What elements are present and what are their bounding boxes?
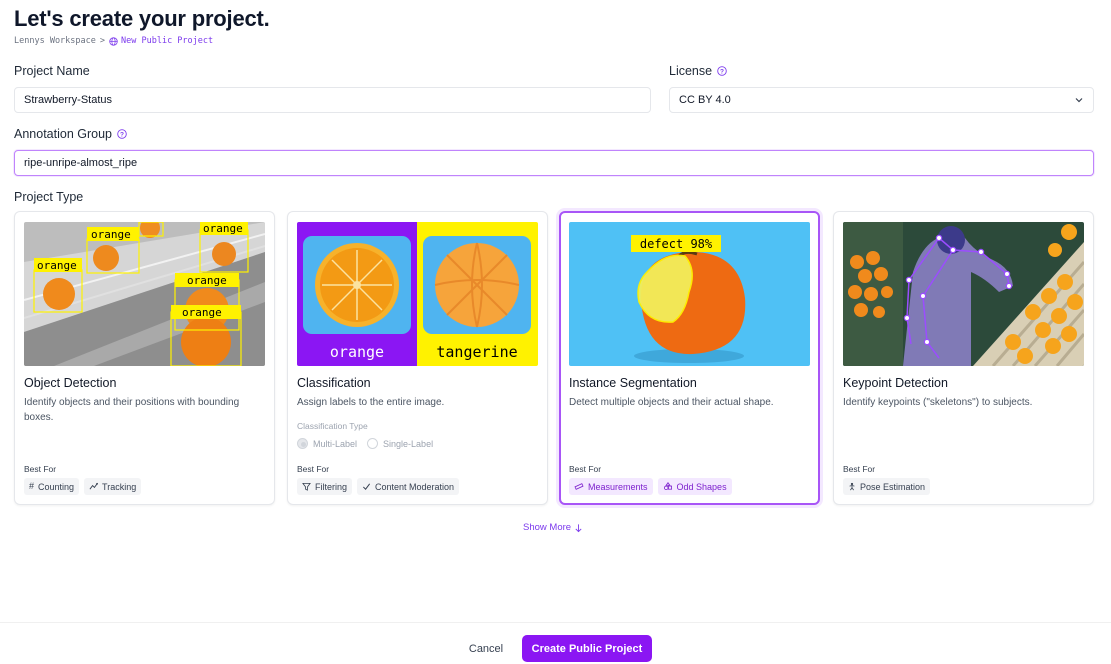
ruler-icon xyxy=(574,483,584,490)
project-type-label: Project Type xyxy=(14,190,83,204)
breadcrumb-workspace[interactable]: Lennys Workspace xyxy=(14,36,96,46)
annotation-group-label: Annotation Group ? xyxy=(14,127,127,141)
breadcrumb-separator: > xyxy=(99,36,106,46)
globe-icon xyxy=(109,36,118,46)
card-title: Instance Segmentation xyxy=(569,376,697,390)
keypoint-detection-image xyxy=(843,222,1084,366)
tag-tracking: Tracking xyxy=(84,478,142,495)
segmentation-label: defect 98% xyxy=(640,237,713,251)
instance-segmentation-image: defect 98% xyxy=(569,222,810,366)
tag-counting: # Counting xyxy=(24,478,80,495)
project-type-card-object-detection[interactable]: orange orange orange orange orange Objec… xyxy=(14,211,275,505)
project-type-label-text: Project Type xyxy=(14,190,84,204)
help-icon[interactable]: ? xyxy=(717,66,727,76)
single-label-radio[interactable]: Single-Label xyxy=(367,438,433,449)
filter-icon xyxy=(302,482,311,491)
cancel-button[interactable]: Cancel xyxy=(462,636,510,661)
best-for-label: Best For xyxy=(297,464,330,474)
radio-label: Single-Label xyxy=(383,438,434,449)
best-for-label: Best For xyxy=(569,464,602,474)
tag-measurements: Measurements xyxy=(569,478,653,495)
show-more-link[interactable]: Show More xyxy=(523,522,583,533)
tag-list: Filtering Content Moderation xyxy=(297,478,460,495)
class-label-orange: orange xyxy=(330,343,384,361)
card-description: Identify keypoints ("skeletons") to subj… xyxy=(843,397,1033,408)
annotation-group-input[interactable] xyxy=(14,150,1094,176)
tracking-icon xyxy=(89,482,99,490)
chevron-down-icon xyxy=(1075,98,1083,103)
radio-dot xyxy=(367,438,379,449)
project-type-card-instance-segmentation[interactable]: defect 98% Instance Segmentation Detect … xyxy=(559,211,820,505)
tag-label: Pose Estimation xyxy=(860,481,926,492)
check-icon xyxy=(363,483,371,490)
tag-label: Content Moderation xyxy=(375,481,455,492)
detection-label: orange xyxy=(203,222,243,235)
card-title: Keypoint Detection xyxy=(843,376,948,390)
annotation-group-label-text: Annotation Group xyxy=(14,127,112,141)
project-type-card-keypoint-detection[interactable]: Keypoint Detection Identify keypoints ("… xyxy=(833,211,1094,505)
arrow-down-icon xyxy=(575,523,582,532)
help-icon[interactable]: ? xyxy=(117,129,127,139)
project-type-card-classification[interactable]: orange tangerine Classification Assign l… xyxy=(287,211,548,505)
card-description: Identify objects and their positions wit… xyxy=(24,397,240,423)
tag-content-moderation: Content Moderation xyxy=(357,478,460,495)
detection-label: orange xyxy=(187,274,227,287)
show-more-label: Show More xyxy=(523,522,572,533)
tag-list: Measurements Odd Shapes xyxy=(569,478,732,495)
detection-label: orange xyxy=(182,306,222,319)
tag-label: Tracking xyxy=(102,481,137,492)
tag-odd-shapes: Odd Shapes xyxy=(657,478,732,495)
project-name-input[interactable] xyxy=(14,87,651,113)
tag-label: Counting xyxy=(38,481,75,492)
classification-type-label: Classification Type xyxy=(297,421,368,431)
create-public-project-button[interactable]: Create Public Project xyxy=(522,635,652,662)
card-title: Classification xyxy=(297,376,371,390)
radio-dot xyxy=(297,438,308,449)
card-description: Detect multiple objects and their actual… xyxy=(569,397,774,408)
page-title: Let's create your project. xyxy=(14,6,270,31)
multi-label-radio[interactable]: Multi-Label xyxy=(297,438,357,449)
breadcrumb: Lennys Workspace > New Public Project xyxy=(14,36,213,46)
tag-list: # Counting Tracking xyxy=(24,478,142,495)
tag-label: Odd Shapes xyxy=(676,481,727,492)
object-detection-image: orange orange orange orange orange xyxy=(24,222,265,366)
tag-label: Filtering xyxy=(315,481,348,492)
best-for-label: Best For xyxy=(24,464,57,474)
project-name-label-text: Project Name xyxy=(14,64,90,78)
breadcrumb-current: New Public Project xyxy=(109,36,213,46)
best-for-label: Best For xyxy=(843,464,876,474)
tag-list: Pose Estimation xyxy=(843,478,931,495)
svg-text:?: ? xyxy=(720,68,724,75)
tag-pose-estimation: Pose Estimation xyxy=(843,478,931,495)
license-label-text: License xyxy=(669,64,713,78)
svg-text:?: ? xyxy=(120,131,124,138)
footer-divider xyxy=(0,622,1111,623)
hash-icon: # xyxy=(29,481,35,491)
detection-label: orange xyxy=(37,259,77,272)
classification-type-radio-group: Multi-Label Single-Label xyxy=(297,438,433,449)
class-label-tangerine: tangerine xyxy=(436,343,517,361)
shapes-icon xyxy=(663,482,672,491)
tag-label: Measurements xyxy=(588,481,648,492)
license-label: License ? xyxy=(669,64,727,78)
project-name-label: Project Name xyxy=(14,64,90,78)
card-title: Object Detection xyxy=(24,376,117,390)
person-icon xyxy=(849,482,855,491)
breadcrumb-current-label: New Public Project xyxy=(121,36,214,46)
tag-filtering: Filtering xyxy=(297,478,353,495)
radio-label: Multi-Label xyxy=(313,438,358,449)
license-select-value: CC BY 4.0 xyxy=(679,94,731,106)
classification-image: orange tangerine xyxy=(297,222,538,366)
license-select[interactable]: CC BY 4.0 xyxy=(669,87,1094,113)
detection-label: orange xyxy=(91,228,131,241)
card-description: Assign labels to the entire image. xyxy=(297,397,445,408)
